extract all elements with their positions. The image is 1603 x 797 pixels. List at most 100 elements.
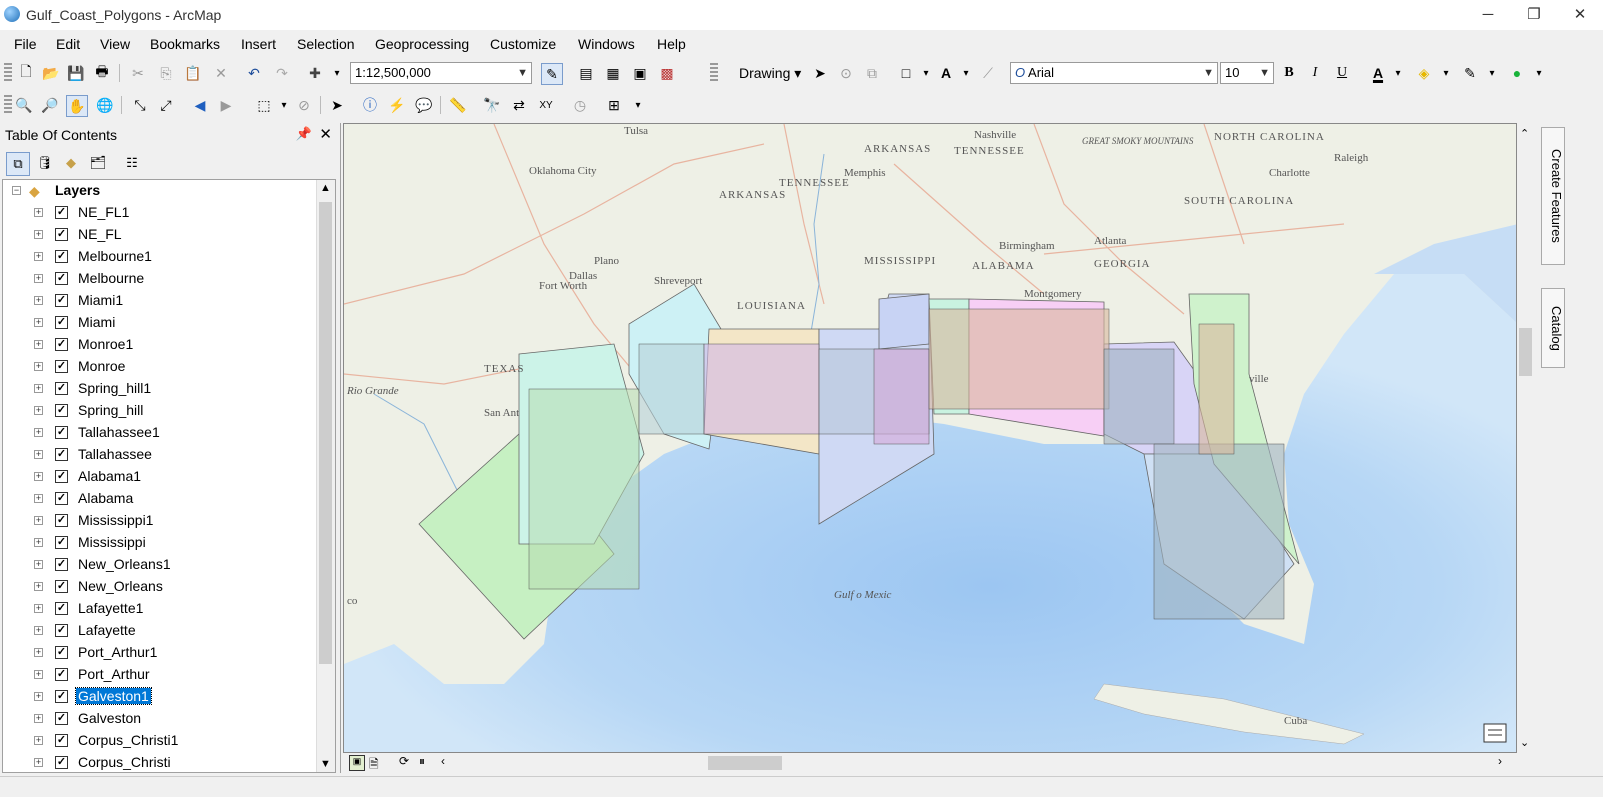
pan-icon[interactable]: ✋ bbox=[66, 95, 88, 117]
rotate-icon[interactable]: ⊙ bbox=[836, 63, 856, 83]
text-dropdown-icon[interactable]: ▾ bbox=[956, 63, 976, 83]
layer-visibility-checkbox[interactable]: ✓ bbox=[55, 756, 68, 769]
add-data-icon[interactable]: ✚ bbox=[305, 63, 325, 83]
layer-name[interactable]: Tallahassee bbox=[76, 446, 154, 462]
pin-icon[interactable]: 📌 bbox=[296, 126, 312, 142]
redo-icon[interactable]: ↷ bbox=[272, 63, 292, 83]
scroll-left-icon[interactable]: ‹ bbox=[441, 754, 445, 768]
layer-visibility-checkbox[interactable]: ✓ bbox=[55, 624, 68, 637]
line-color-icon[interactable]: ✎ bbox=[1460, 63, 1480, 83]
layer-visibility-checkbox[interactable]: ✓ bbox=[55, 272, 68, 285]
expand-icon[interactable]: + bbox=[34, 736, 43, 745]
close-icon[interactable]: ✕ bbox=[319, 125, 332, 143]
expand-icon[interactable]: + bbox=[34, 472, 43, 481]
open-folder-icon[interactable]: 📂 bbox=[41, 63, 61, 83]
search-window-icon[interactable]: ▣ bbox=[630, 63, 650, 83]
expand-icon[interactable]: + bbox=[34, 626, 43, 635]
layer-row[interactable]: + ✓ Port_Arthur bbox=[3, 665, 313, 687]
edit-vertices-icon[interactable]: ⟋ bbox=[978, 63, 998, 83]
catalog-tab[interactable]: Catalog bbox=[1541, 288, 1565, 368]
fill-color-dropdown-icon[interactable]: ▾ bbox=[1436, 63, 1456, 83]
zoom-whole-page-icon[interactable]: ⧉ bbox=[862, 63, 882, 83]
menu-windows[interactable]: Windows bbox=[578, 36, 635, 52]
map-hscroll-thumb[interactable] bbox=[708, 756, 782, 770]
font-name-combo[interactable]: O Arial ▼ bbox=[1010, 62, 1218, 84]
expand-icon[interactable]: + bbox=[34, 296, 43, 305]
italic-button[interactable]: I bbox=[1305, 63, 1325, 83]
layer-name[interactable]: Port_Arthur1 bbox=[76, 644, 159, 660]
cut-icon[interactable]: ✂ bbox=[128, 63, 148, 83]
layer-visibility-checkbox[interactable]: ✓ bbox=[55, 492, 68, 505]
select-elements-icon[interactable]: ➤ bbox=[810, 63, 830, 83]
expand-icon[interactable]: + bbox=[34, 516, 43, 525]
layer-name[interactable]: Alabama1 bbox=[76, 468, 143, 484]
find-icon[interactable]: 🔭 bbox=[482, 95, 502, 115]
expand-icon[interactable]: + bbox=[34, 582, 43, 591]
layer-row[interactable]: + ✓ Monroe bbox=[3, 357, 313, 379]
expand-icon[interactable]: + bbox=[34, 494, 43, 503]
menu-customize[interactable]: Customize bbox=[490, 36, 556, 52]
fill-color-icon[interactable]: ◈ bbox=[1414, 63, 1434, 83]
scroll-up-icon[interactable]: ⌃ bbox=[1520, 127, 1529, 140]
layer-name[interactable]: Corpus_Christi1 bbox=[76, 732, 180, 748]
clear-selection-icon[interactable]: ⊘ bbox=[294, 95, 314, 115]
layer-visibility-checkbox[interactable]: ✓ bbox=[55, 206, 68, 219]
editor-toolbar-icon[interactable]: ✎ bbox=[541, 63, 563, 85]
layer-name[interactable]: Lafayette1 bbox=[76, 600, 145, 616]
expand-icon[interactable]: + bbox=[34, 274, 43, 283]
menu-selection[interactable]: Selection bbox=[297, 36, 355, 52]
scroll-right-icon[interactable]: › bbox=[1498, 754, 1502, 768]
layer-visibility-checkbox[interactable]: ✓ bbox=[55, 294, 68, 307]
print-icon[interactable]: 🖶 bbox=[92, 63, 112, 83]
expand-icon[interactable]: + bbox=[34, 252, 43, 261]
rectangle-icon[interactable]: □ bbox=[896, 63, 916, 83]
layer-row[interactable]: + ✓ Tallahassee1 bbox=[3, 423, 313, 445]
page-layout-icon[interactable] bbox=[1483, 723, 1507, 743]
layer-row[interactable]: + ✓ NE_FL1 bbox=[3, 203, 313, 225]
layer-row[interactable]: + ✓ Mississippi bbox=[3, 533, 313, 555]
layer-row[interactable]: + ✓ Alabama bbox=[3, 489, 313, 511]
map-view[interactable]: ARKANSAS TENNESSEE Nashville NORTH CAROL… bbox=[343, 123, 1517, 753]
layer-visibility-checkbox[interactable]: ✓ bbox=[55, 250, 68, 263]
font-color-dropdown-icon[interactable]: ▾ bbox=[1388, 63, 1408, 83]
zoom-out-icon[interactable]: 🔎 bbox=[40, 95, 60, 115]
text-tool-icon[interactable]: A bbox=[936, 63, 956, 83]
layer-visibility-checkbox[interactable]: ✓ bbox=[55, 426, 68, 439]
layer-row[interactable]: + ✓ Lafayette1 bbox=[3, 599, 313, 621]
layer-row[interactable]: + ✓ Melbourne1 bbox=[3, 247, 313, 269]
font-color-button[interactable]: A bbox=[1368, 63, 1388, 83]
menu-help[interactable]: Help bbox=[657, 36, 686, 52]
select-elements-icon[interactable]: ➤ bbox=[327, 95, 347, 115]
scroll-down-icon[interactable]: ▼ bbox=[320, 758, 331, 770]
expand-icon[interactable]: + bbox=[34, 384, 43, 393]
layer-visibility-checkbox[interactable]: ✓ bbox=[55, 668, 68, 681]
layer-visibility-checkbox[interactable]: ✓ bbox=[55, 536, 68, 549]
close-button[interactable]: ✕ bbox=[1557, 0, 1603, 30]
font-size-combo[interactable]: 10 ▼ bbox=[1220, 62, 1274, 84]
layer-name[interactable]: Galveston bbox=[76, 710, 143, 726]
layer-row[interactable]: + ✓ Galveston bbox=[3, 709, 313, 731]
html-popup-icon[interactable]: 💬 bbox=[414, 95, 434, 115]
scroll-up-icon[interactable]: ▲ bbox=[320, 182, 331, 194]
layer-row[interactable]: + ✓ Corpus_Christi bbox=[3, 753, 313, 772]
refresh-icon[interactable]: ⟳ bbox=[399, 754, 409, 768]
toc-scroll-thumb[interactable] bbox=[319, 202, 332, 664]
layer-name[interactable]: Mississippi1 bbox=[76, 512, 155, 528]
hyperlink-icon[interactable]: ⚡ bbox=[387, 95, 407, 115]
underline-button[interactable]: U bbox=[1332, 63, 1352, 83]
layer-name[interactable]: Corpus_Christi bbox=[76, 754, 173, 770]
expand-icon[interactable]: + bbox=[34, 538, 43, 547]
fixed-zoom-in-icon[interactable]: ⤡ bbox=[130, 95, 150, 115]
marker-color-dropdown-icon[interactable]: ▾ bbox=[1529, 63, 1549, 83]
layer-visibility-checkbox[interactable]: ✓ bbox=[55, 470, 68, 483]
layer-visibility-checkbox[interactable]: ✓ bbox=[55, 602, 68, 615]
layer-visibility-checkbox[interactable]: ✓ bbox=[55, 448, 68, 461]
layer-visibility-checkbox[interactable]: ✓ bbox=[55, 404, 68, 417]
go-to-xy-icon[interactable]: XY bbox=[536, 95, 556, 115]
catalog-window-icon[interactable]: ▦ bbox=[603, 63, 623, 83]
layer-name[interactable]: Mississippi bbox=[76, 534, 148, 550]
toolbar-grip[interactable] bbox=[4, 95, 12, 115]
add-data-dropdown-icon[interactable]: ▾ bbox=[327, 63, 347, 83]
identify-icon[interactable]: ⓘ bbox=[360, 95, 380, 115]
layer-visibility-checkbox[interactable]: ✓ bbox=[55, 338, 68, 351]
